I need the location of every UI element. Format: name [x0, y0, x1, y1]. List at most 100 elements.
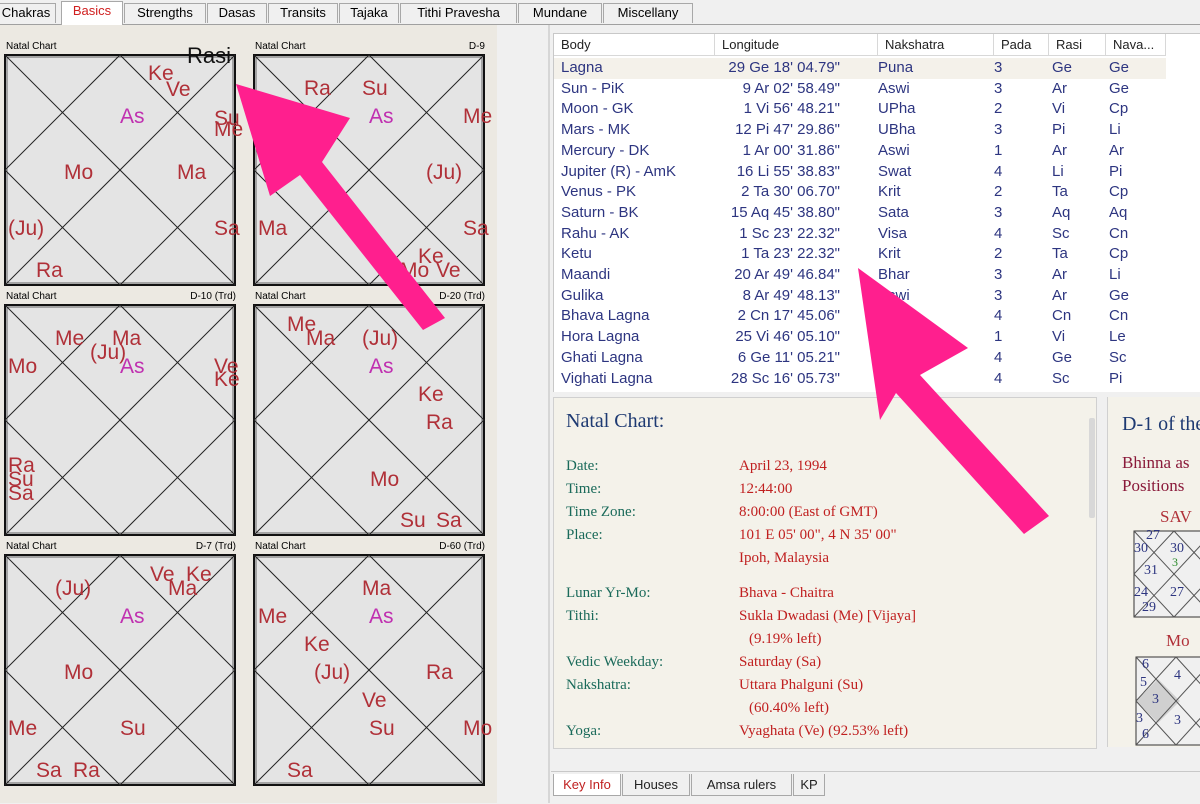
- cell-body: Saturn - BK: [561, 203, 639, 221]
- tab-amsa-rulers[interactable]: Amsa rulers: [691, 774, 792, 796]
- info-title: Natal Chart:: [566, 410, 665, 432]
- cell-body: Jupiter (R) - AmK: [561, 162, 677, 180]
- tab-basics[interactable]: Basics: [61, 1, 123, 25]
- cell-pada: 2: [994, 100, 1003, 118]
- cell-navamsa: Cp: [1109, 245, 1129, 263]
- cell-body: Mercury - DK: [561, 141, 650, 159]
- tab-key-info[interactable]: Key Info: [553, 774, 621, 796]
- cell-body: Lagna: [561, 59, 603, 76]
- planet-ra: Ra: [73, 759, 100, 782]
- cell-nakshatra: Krit: [878, 183, 901, 201]
- tab-kp[interactable]: KP: [793, 774, 825, 796]
- table-row[interactable]: Mars - MK 12 Pi 47' 29.86" UBha 3 Pi Li: [554, 120, 1166, 141]
- cell-navamsa: Cp: [1109, 183, 1129, 201]
- ashtakavarga-title: D-1 of the: [1122, 413, 1200, 435]
- info-value: 12:44:00: [739, 481, 793, 497]
- cell-rasi: Ta: [1052, 183, 1068, 201]
- tab-chakras[interactable]: Chakras: [0, 3, 56, 23]
- tab-tithi-pravesha[interactable]: Tithi Pravesha: [400, 3, 517, 23]
- table-row[interactable]: Bhava Lagna 2 Cn 17' 45.06" 4 Cn Cn: [554, 306, 1166, 327]
- planet-ju: (Ju): [314, 661, 351, 684]
- cell-rasi: Ar: [1052, 79, 1067, 97]
- planet-me: Me: [214, 118, 244, 141]
- tab-houses[interactable]: Houses: [622, 774, 690, 796]
- planet-sa: Sa: [214, 217, 240, 240]
- table-row[interactable]: Vighati Lagna 28 Sc 16' 05.73" Jy 4 Sc Pi: [554, 369, 1166, 390]
- info-value: 101 E 05' 00", 4 N 35' 00": [739, 527, 897, 543]
- tab-transits[interactable]: Transits: [268, 3, 338, 23]
- table-row[interactable]: Ketu 1 Ta 23' 22.32" Krit 2 Ta Cp: [554, 244, 1166, 265]
- sav-num: 30: [1134, 541, 1148, 556]
- table-row[interactable]: Venus - PK 2 Ta 30' 06.70" Krit 2 Ta Cp: [554, 182, 1166, 203]
- col-header-rasi[interactable]: Rasi: [1049, 34, 1106, 56]
- col-header-pada[interactable]: Pada: [994, 34, 1049, 56]
- info-label: Nakshatra:: [566, 677, 631, 693]
- cell-navamsa: Ge: [1109, 59, 1130, 76]
- table-row[interactable]: Sun - PiK 9 Ar 02' 58.49" Aswi 3 Ar Ge: [554, 79, 1166, 100]
- planet-ve: Ve: [362, 689, 387, 712]
- planet-mo: Mo: [64, 161, 94, 184]
- planet-ke: Ke: [214, 368, 240, 391]
- natal-info-panel: Natal Chart: Date: April 23, 1994 Time: 12:…: [553, 397, 1097, 749]
- cell-body: Mars - MK: [561, 121, 631, 139]
- cell-nakshatra: Aswi: [878, 286, 910, 304]
- col-header-nakshatra[interactable]: Nakshatra: [878, 34, 994, 56]
- cell-rasi: Ar: [1052, 266, 1067, 283]
- cell-rasi: Pi: [1052, 121, 1066, 139]
- planet-su: Su: [362, 77, 388, 100]
- col-header-navamsa[interactable]: Nava...: [1106, 34, 1166, 56]
- cell-pada: 4: [994, 348, 1003, 366]
- cell-pada: 4: [994, 224, 1003, 242]
- cell-rasi: Ar: [1052, 141, 1067, 159]
- tab-dasas[interactable]: Dasas: [207, 3, 267, 23]
- cell-body: Sun - PiK: [561, 79, 625, 97]
- ashtakavarga-line1: Bhinna as: [1122, 453, 1190, 472]
- table-row[interactable]: Rahu - AK 1 Sc 23' 22.32" Visa 4 Sc Cn: [554, 224, 1166, 245]
- info-value: Sukla Dwadasi (Me) [Vijaya]: [739, 608, 916, 624]
- cell-longitude: 6 Ge 11' 05.21": [737, 348, 840, 366]
- cell-pada: 3: [994, 59, 1003, 76]
- sav-num: 29: [1142, 600, 1156, 615]
- cell-rasi: Cn: [1052, 307, 1072, 325]
- info-scrollbar[interactable]: [1089, 418, 1095, 518]
- table-row[interactable]: Lagna 29 Ge 18' 04.79" Puna 3 Ge Ge: [554, 58, 1166, 79]
- table-row[interactable]: Moon - GK 1 Vi 56' 48.21" UPha 2 Vi Cp: [554, 99, 1166, 120]
- tab-miscellany[interactable]: Miscellany: [603, 3, 693, 23]
- table-row[interactable]: Mercury - DK 1 Ar 00' 31.86" Aswi 1 Ar Ar: [554, 141, 1166, 162]
- planet-me: Me: [258, 605, 288, 628]
- cell-nakshatra: Jy: [878, 369, 893, 387]
- tab-tajaka[interactable]: Tajaka: [339, 3, 399, 23]
- table-row[interactable]: Ghati Lagna 6 Ge 11' 05.21" M 4 Ge Sc: [554, 348, 1166, 369]
- planet-as: As: [369, 105, 394, 128]
- cell-navamsa: Sc: [1109, 348, 1127, 366]
- ashtakavarga-line2: Positions: [1122, 476, 1185, 495]
- table-row[interactable]: Gulika 8 Ar 49' 48.13" Aswi 3 Ar Ge: [554, 286, 1166, 307]
- planet-ma: Ma: [177, 161, 207, 184]
- cell-pada: 1: [994, 328, 1003, 346]
- cell-navamsa: Ge: [1109, 79, 1130, 97]
- col-header-body[interactable]: Body: [554, 34, 715, 56]
- sav-num: 24: [1134, 585, 1148, 600]
- tab-strengths[interactable]: Strengths: [124, 3, 206, 23]
- cell-nakshatra: Swat: [878, 162, 912, 180]
- tab-mundane[interactable]: Mundane: [518, 3, 602, 23]
- planet-mo: Mo: [463, 717, 493, 740]
- table-row[interactable]: Jupiter (R) - AmK 16 Li 55' 38.83" Swat 4 Li…: [554, 162, 1166, 183]
- cell-pada: 3: [994, 79, 1003, 97]
- table-row[interactable]: Saturn - BK 15 Aq 45' 38.80" Sata 3 Aq Aq: [554, 203, 1166, 224]
- sav-num: 3: [1172, 555, 1178, 569]
- table-row[interactable]: Maandi 20 Ar 49' 46.84" Bhar 3 Ar Li: [554, 265, 1166, 286]
- bottom-tab-bar: Key Info Houses Amsa rulers KP: [551, 771, 1200, 804]
- info-label: Place:: [566, 527, 603, 543]
- cell-rasi: Li: [1052, 162, 1064, 180]
- planet-ju: (Ju): [362, 327, 399, 350]
- info-value: Ipoh, Malaysia: [739, 550, 829, 566]
- col-header-longitude[interactable]: Longitude: [715, 34, 878, 56]
- planet-sa: Sa: [8, 482, 34, 505]
- table-row[interactable]: Hora Lagna 25 Vi 46' 05.10" 1 Vi Le: [554, 327, 1166, 348]
- planet-me: Me: [8, 717, 38, 740]
- cell-nakshatra: M: [878, 348, 891, 366]
- planet-sa: Sa: [36, 759, 62, 782]
- ashtakavarga-panel: D-1 of the Bhinna as Positions SAV 27 30…: [1107, 397, 1200, 747]
- splitter-handle[interactable]: [548, 25, 550, 803]
